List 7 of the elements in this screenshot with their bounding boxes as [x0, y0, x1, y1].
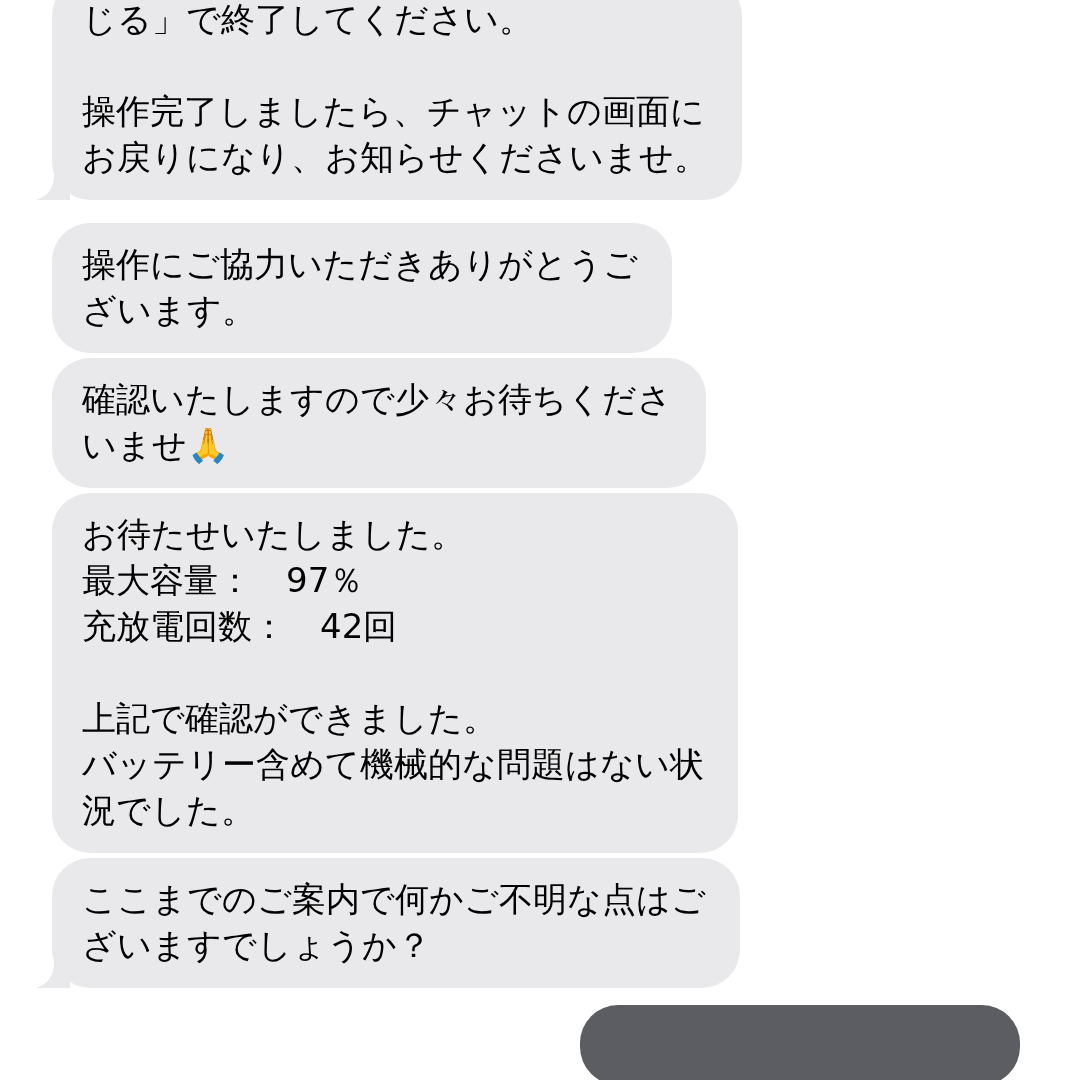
message-text: 操作にご協力いただきありがとうご ざいます。 — [82, 243, 638, 332]
message-text: 上記で確認ができました。 バッテリー含めて機械的な問題はない状 況でした。 — [82, 697, 704, 832]
message-text: お待たせいたしました。 最大容量： 97％ 充放電回数： 42回 — [82, 513, 466, 648]
message-text: 確認いたしますので少々お待ちくださ いませ🙏 — [82, 378, 672, 467]
message-text: ここまでのご案内で何かご不明な点はご ざいますでしょうか？ — [82, 878, 706, 967]
message-text: 操作完了しましたら、チャットの画面に お戻りになり、お知らせくださいませ。 — [82, 90, 708, 179]
message-text: じる」で終了してください。 — [82, 0, 534, 41]
